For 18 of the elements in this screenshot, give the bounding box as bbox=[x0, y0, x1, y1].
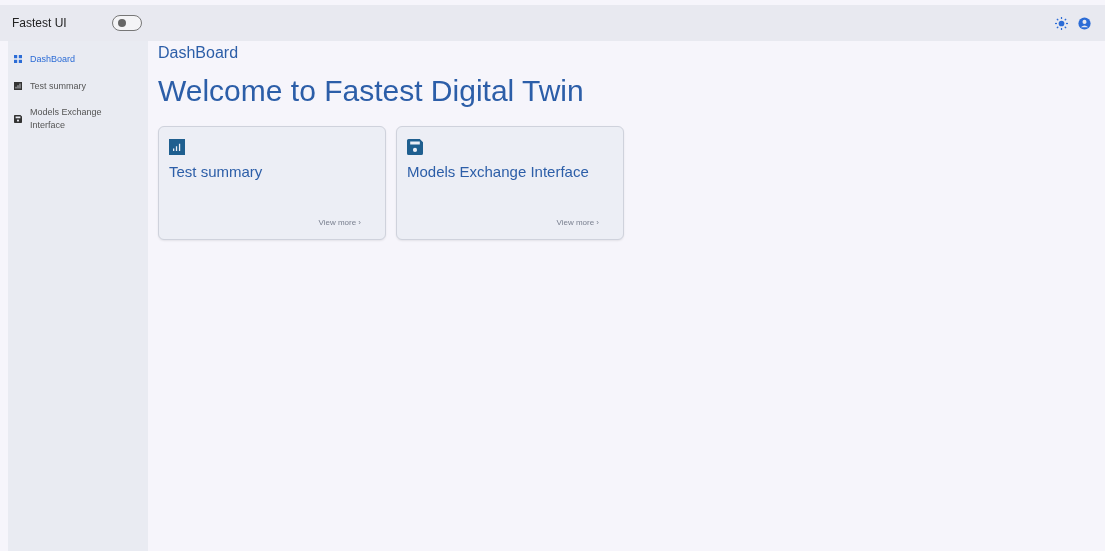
grid-icon bbox=[14, 55, 22, 64]
sun-icon[interactable] bbox=[1055, 16, 1068, 30]
sidebar-item[interactable]: DashBoard bbox=[8, 49, 140, 70]
page-heading: Welcome to Fastest Digital Twin bbox=[158, 74, 585, 108]
dashboard-card[interactable]: Models Exchange Interface View more › bbox=[396, 126, 624, 240]
card-title: Test summary bbox=[169, 163, 263, 180]
chart-icon bbox=[14, 81, 22, 90]
user-icon[interactable] bbox=[1078, 16, 1091, 30]
card-title: Models Exchange Interface bbox=[407, 163, 589, 180]
breadcrumb: DashBoard bbox=[158, 44, 240, 62]
toggle-switch[interactable] bbox=[112, 15, 142, 31]
chart-icon bbox=[169, 139, 185, 155]
dashboard-card[interactable]: Test summary View more › bbox=[158, 126, 386, 240]
sidebar-item[interactable]: Test summary bbox=[8, 75, 140, 97]
sidebar-item[interactable]: Models Exchange Interface bbox=[8, 102, 140, 136]
view-more-link[interactable]: View more › bbox=[556, 218, 599, 227]
view-more-link[interactable]: View more › bbox=[318, 218, 361, 227]
app-title: Fastest UI bbox=[12, 16, 68, 30]
